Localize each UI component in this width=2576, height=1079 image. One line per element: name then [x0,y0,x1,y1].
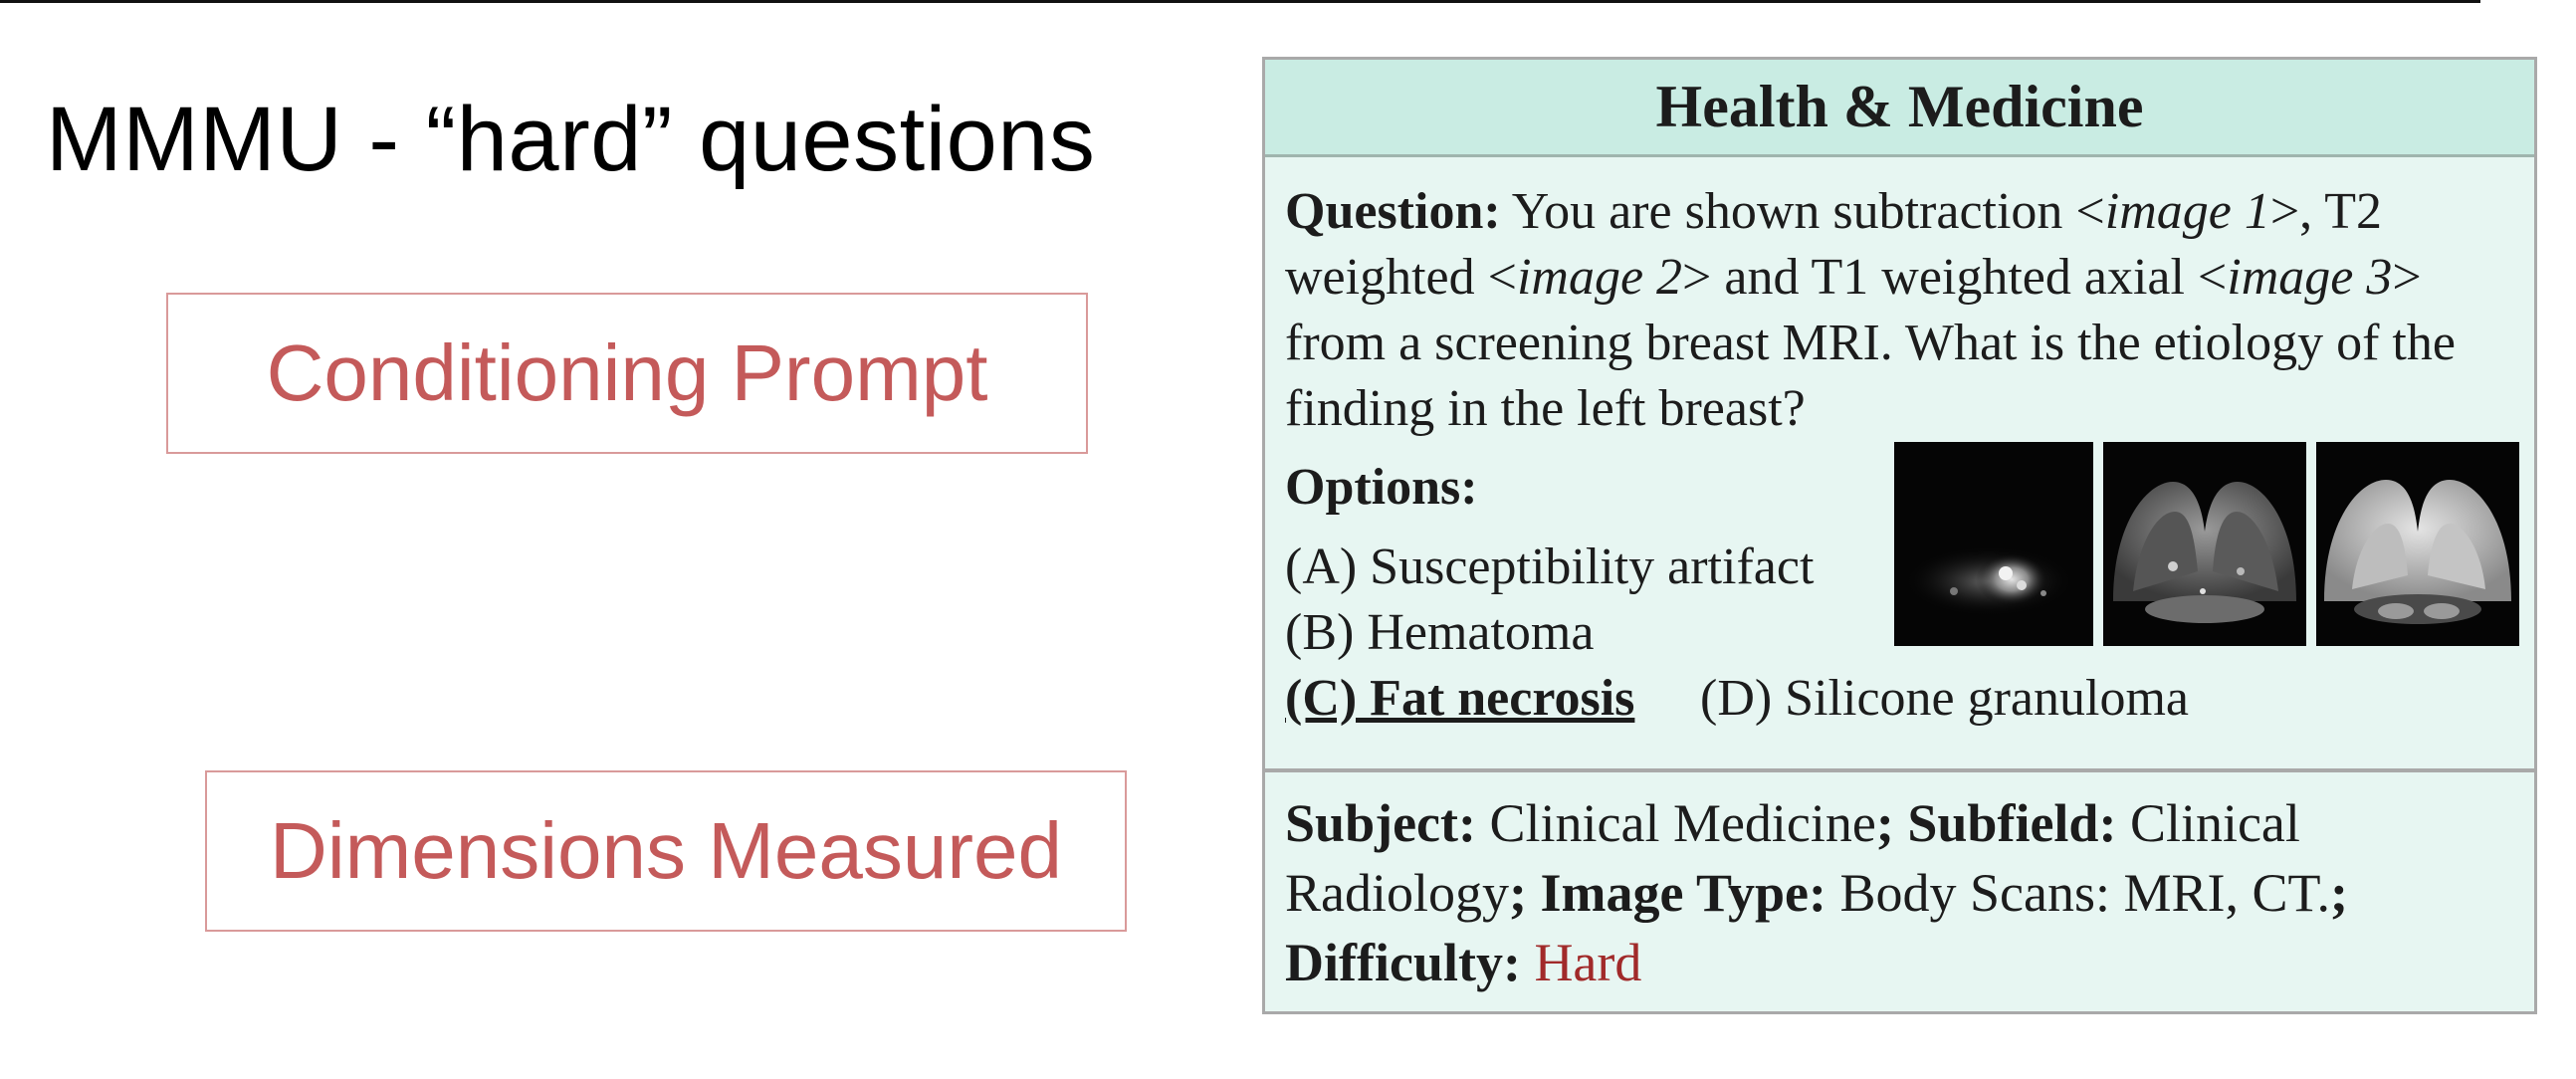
difficulty-value: Hard [1520,933,1642,992]
meta-separator: ; [1509,863,1541,923]
card-divider [1265,768,2534,772]
question-part: You are shown subtraction < [1500,183,2105,240]
question-label: Question: [1285,183,1501,240]
conditioning-prompt-box: Conditioning Prompt [166,293,1088,454]
subfield-label: Subfield: [1907,793,2117,853]
subject-label: Subject: [1285,793,1476,853]
options-label: Options: [1285,459,1478,516]
question-part: > and T1 weighted axial < [1682,249,2228,306]
meta-separator: ; [2329,863,2348,923]
option-c-answer: (C) Fat necrosis [1285,670,1635,727]
mri-t1-weighted-image [2316,442,2519,646]
image-ref-1: image 1 [2104,183,2270,240]
conditioning-prompt-label: Conditioning Prompt [266,328,988,417]
option-a: (A) Susceptibility artifact [1285,539,1815,595]
example-card: Health & Medicine Question: You are show… [1262,57,2537,1014]
option-b: (B) Hematoma [1285,604,1595,661]
image-type-label: Image Type: [1540,863,1826,923]
dimensions-measured-box: Dimensions Measured [205,770,1127,932]
mri-t2-weighted-image [2103,442,2306,646]
image-type-value: Body Scans: MRI, CT. [1825,863,2330,923]
option-d: (D) Silicone granuloma [1700,670,2189,727]
slide-title: MMMU - “hard” questions [46,89,1096,190]
meta-separator: ; [1875,793,1908,853]
top-rule [0,0,2480,3]
image-ref-2: image 2 [1516,249,1683,306]
dimensions-measured-label: Dimensions Measured [270,806,1062,895]
image-ref-3: image 3 [2227,249,2393,306]
question-metadata: Subject: Clinical Medicine; Subfield: Cl… [1285,788,2519,997]
subject-value: Clinical Medicine [1475,793,1876,853]
difficulty-label: Difficulty: [1285,933,1521,992]
question-text: Question: You are shown subtraction <ima… [1285,179,2514,442]
card-header: Health & Medicine [1265,60,2534,157]
mri-subtraction-image [1894,442,2093,646]
